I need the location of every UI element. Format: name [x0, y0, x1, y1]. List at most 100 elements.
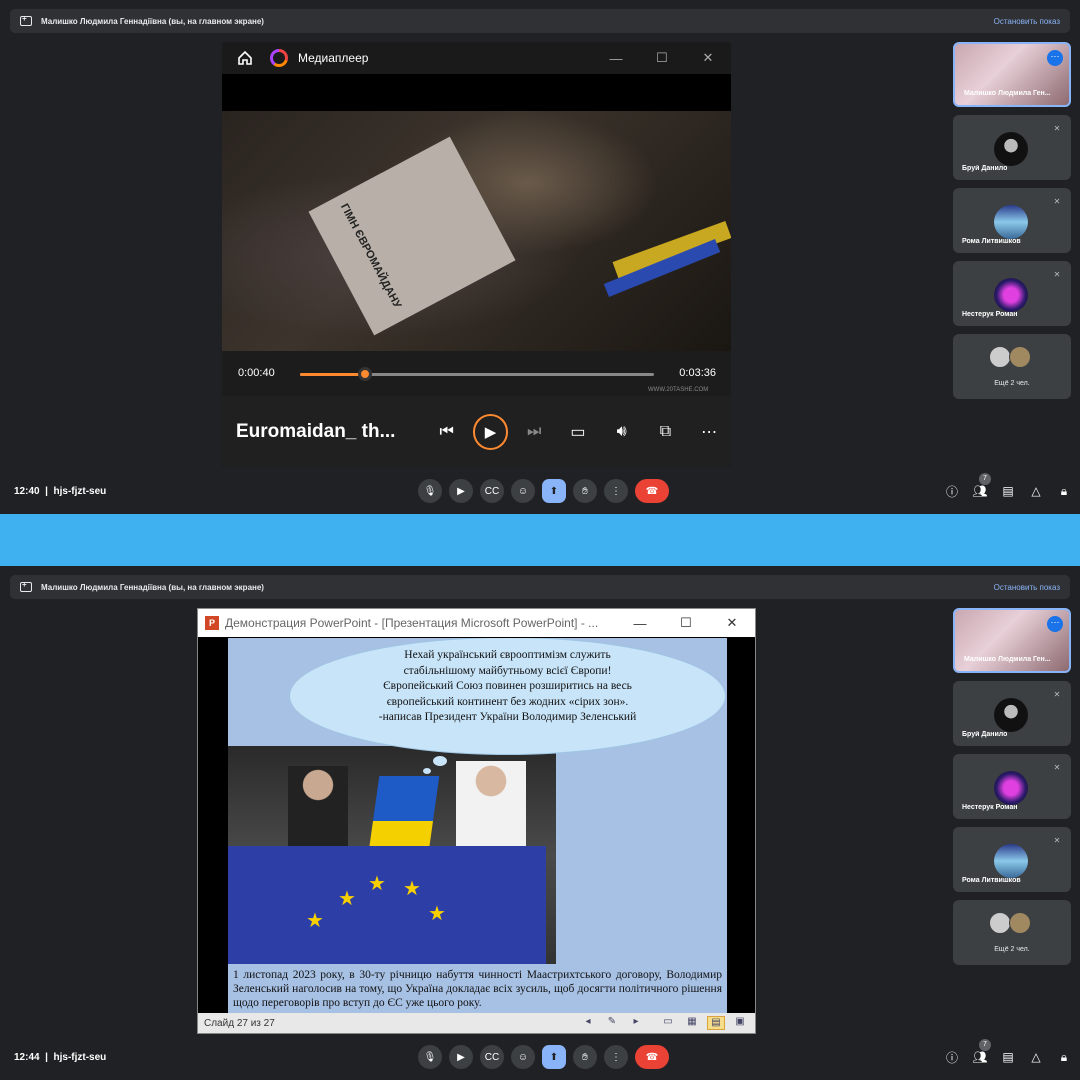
slideshow-icon[interactable]: ▣ — [731, 1016, 749, 1030]
normal-view-icon[interactable]: ▭ — [659, 1016, 677, 1030]
media-player-window: Медиаплеер — ☐ ✕ ГІМН ЄВРОМАЙДАНУ 0:00:4… — [222, 42, 731, 467]
participant-tile[interactable]: ✕ Нестерук Роман — [953, 754, 1071, 819]
play-button[interactable]: ▶ — [472, 413, 509, 450]
avatar — [1009, 912, 1031, 934]
info-icon[interactable]: ⓘ — [938, 1049, 966, 1066]
mic-icon[interactable]: 🎙︎ — [418, 1045, 442, 1069]
volume-icon[interactable]: 🔊︎ — [600, 423, 644, 441]
present-icon[interactable]: ⬆ — [542, 479, 566, 503]
home-icon[interactable] — [236, 49, 254, 67]
mini-player-icon[interactable]: ⧉ — [644, 423, 688, 441]
raise-hand-icon[interactable]: ✋︎ — [573, 1045, 597, 1069]
more-options-icon[interactable]: ⋮ — [604, 1045, 628, 1069]
powerpoint-logo-icon: P — [205, 616, 219, 630]
more-participants-tile[interactable]: Ещё 2 чел. — [953, 900, 1071, 965]
emoji-icon[interactable]: ☺ — [511, 479, 535, 503]
prev-slide-icon[interactable]: ◂ — [579, 1016, 597, 1030]
chat-icon[interactable]: ▤ — [994, 484, 1022, 498]
star-icon: ★ — [368, 873, 386, 895]
participant-name: Малишко Людмила Ген... — [964, 656, 1051, 663]
camera-icon[interactable]: ▶ — [449, 479, 473, 503]
mic-off-icon: ✕ — [1053, 836, 1061, 845]
captions-icon[interactable]: CC — [480, 1045, 504, 1069]
presenter-label: Малишко Людмила Геннадіївна (вы, на глав… — [41, 582, 264, 592]
close-button[interactable]: ✕ — [709, 615, 755, 631]
participant-name: Бруй Данило — [962, 165, 1008, 172]
close-button[interactable]: ✕ — [685, 50, 731, 66]
next-slide-icon[interactable]: ▸ — [627, 1016, 645, 1030]
more-options-icon[interactable]: ⋯ — [1047, 50, 1063, 66]
side-controls: ⓘ 👥︎ 7 ▤ △ 🔒︎ — [938, 473, 1078, 500]
minimize-button[interactable]: — — [593, 51, 639, 66]
meeting-time-code: 12:44 | hjs-fjzt-seu — [14, 1051, 107, 1063]
info-icon[interactable]: ⓘ — [938, 483, 966, 500]
track-title: Euromaidan_ th... — [236, 420, 396, 442]
current-time: 0:00:40 — [238, 367, 275, 379]
present-screen-icon — [20, 14, 32, 26]
quote-line: -написав Президент України Володимир Зел… — [378, 711, 637, 723]
call-controls: 🎙︎ ▶ CC ☺ ⬆ ✋︎ ⋮ ☎︎ — [418, 479, 676, 503]
participant-tile-self[interactable]: ⋯ Малишко Людмила Ген... — [953, 608, 1071, 673]
slide[interactable]: ★ ★ ★ ★ ★ Нехай український єврооптимізм… — [228, 638, 727, 1015]
next-icon[interactable]: ⏭ — [512, 423, 556, 441]
activities-icon[interactable]: △ — [1022, 484, 1050, 498]
more-options-icon[interactable]: ⋯ — [1047, 616, 1063, 632]
meeting-code: hjs-fjzt-seu — [53, 485, 107, 497]
participant-count-badge: 7 — [979, 473, 991, 485]
meet-screen-top: Малишко Людмила Геннадіївна (вы, на глав… — [0, 0, 1080, 514]
emoji-icon[interactable]: ☺ — [511, 1045, 535, 1069]
presenter-label: Малишко Людмила Геннадіївна (вы, на глав… — [41, 16, 264, 26]
people-icon[interactable]: 👥︎ 7 — [966, 473, 994, 498]
side-controls: ⓘ 👥︎ 7 ▤ △ 🔒︎ — [938, 1039, 1078, 1066]
participant-tile[interactable]: ✕ Бруй Данило — [953, 681, 1071, 746]
presentation-bar: Малишко Людмила Геннадіївна (вы, на глав… — [10, 575, 1070, 599]
stop-presenting-button[interactable]: Остановить показ — [994, 583, 1060, 592]
subtitles-icon[interactable]: ▭ — [556, 422, 600, 442]
participant-tile-self[interactable]: ⋯ Малишко Людмила Ген... — [953, 42, 1071, 107]
participant-tiles: ⋯ Малишко Людмила Ген... ✕ Бруй Данило ✕… — [953, 608, 1071, 973]
people-icon[interactable]: 👥︎ 7 — [966, 1039, 994, 1064]
avatar — [1009, 346, 1031, 368]
maximize-button[interactable]: ☐ — [639, 50, 685, 66]
participant-name: Нестерук Роман — [962, 804, 1018, 811]
present-icon[interactable]: ⬆ — [542, 1045, 566, 1069]
host-controls-icon[interactable]: 🔒︎ — [1050, 1050, 1078, 1065]
notes-icon[interactable]: ✎ — [603, 1016, 621, 1030]
meeting-time-code: 12:40 | hjs-fjzt-seu — [14, 485, 107, 497]
minimize-button[interactable]: — — [617, 616, 663, 631]
eu-flag: ★ ★ ★ ★ ★ — [228, 846, 546, 964]
more-options-icon[interactable]: ⋮ — [604, 479, 628, 503]
participant-tile[interactable]: ✕ Рома Литвишков — [953, 188, 1071, 253]
participant-tile[interactable]: ✕ Бруй Данило — [953, 115, 1071, 180]
stop-presenting-button[interactable]: Остановить показ — [994, 17, 1060, 26]
participant-name: Бруй Данило — [962, 731, 1008, 738]
star-icon: ★ — [403, 878, 421, 900]
powerpoint-statusbar: Слайд 27 из 27 ◂ ✎ ▸ ▭ ▦ ▤ ▣ — [198, 1013, 755, 1033]
captions-icon[interactable]: CC — [480, 479, 504, 503]
seek-bar[interactable] — [300, 367, 654, 381]
meeting-toolbar: 12:40 | hjs-fjzt-seu 🎙︎ ▶ CC ☺ ⬆ ✋︎ ⋮ ☎︎… — [0, 473, 1080, 506]
more-participants-tile[interactable]: Ещё 2 чел. — [953, 334, 1071, 399]
end-call-button[interactable]: ☎︎ — [635, 479, 669, 503]
camera-icon[interactable]: ▶ — [449, 1045, 473, 1069]
activities-icon[interactable]: △ — [1022, 1050, 1050, 1064]
host-controls-icon[interactable]: 🔒︎ — [1050, 484, 1078, 499]
reading-view-icon[interactable]: ▤ — [707, 1016, 725, 1030]
more-options-icon[interactable]: ⋯ — [687, 422, 731, 442]
presentation-bar: Малишко Людмила Геннадіївна (вы, на глав… — [10, 9, 1070, 33]
seek-handle[interactable] — [358, 367, 373, 381]
end-call-button[interactable]: ☎︎ — [635, 1045, 669, 1069]
participant-tile[interactable]: ✕ Рома Литвишков — [953, 827, 1071, 892]
chat-icon[interactable]: ▤ — [994, 1050, 1022, 1064]
mic-icon[interactable]: 🎙︎ — [418, 479, 442, 503]
raise-hand-icon[interactable]: ✋︎ — [573, 479, 597, 503]
maximize-button[interactable]: ☐ — [663, 615, 709, 631]
video-frame[interactable]: ГІМН ЄВРОМАЙДАНУ — [222, 111, 731, 351]
avatars-stack — [989, 912, 1031, 934]
previous-icon[interactable]: ⏮ — [425, 423, 469, 441]
avatar — [994, 132, 1028, 166]
slide-sorter-icon[interactable]: ▦ — [683, 1016, 701, 1030]
speech-cloud-tail — [423, 768, 431, 774]
participant-tile[interactable]: ✕ Нестерук Роман — [953, 261, 1071, 326]
clock: 12:44 — [14, 1051, 40, 1063]
